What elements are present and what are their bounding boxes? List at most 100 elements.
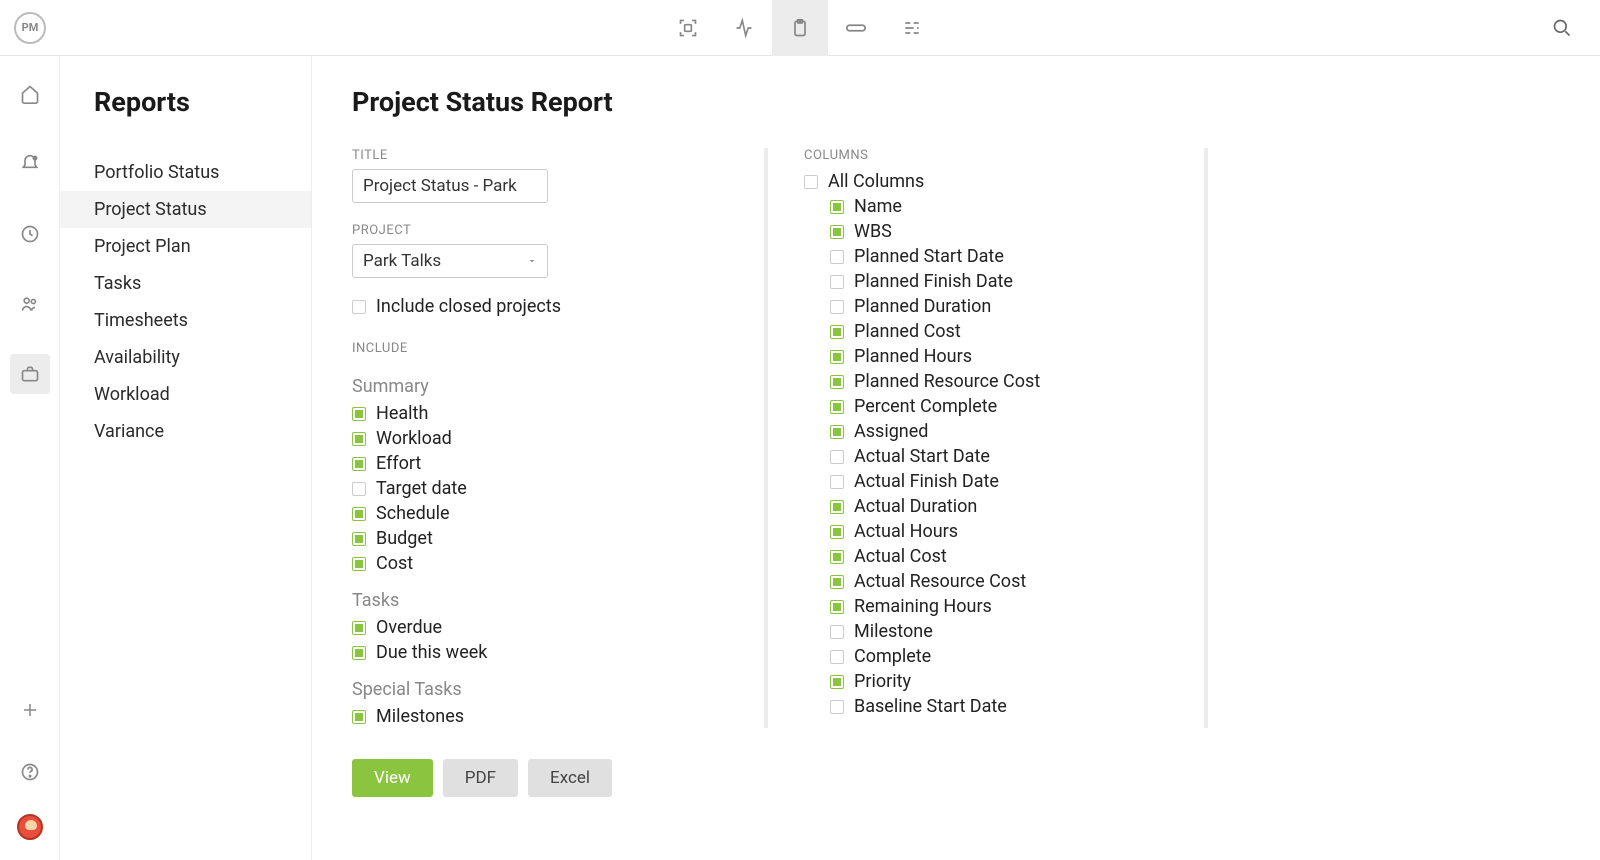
checkbox-budget[interactable]: Budget [352, 526, 746, 551]
sidebar-item-project-plan[interactable]: Project Plan [60, 228, 311, 265]
help-icon[interactable] [10, 752, 50, 792]
plus-icon[interactable] [10, 690, 50, 730]
group-heading-tasks: Tasks [352, 590, 746, 611]
checkbox-assigned[interactable]: Assigned [804, 419, 1204, 444]
checkbox-actual-start-date[interactable]: Actual Start Date [804, 444, 1204, 469]
checkbox-remaining-hours[interactable]: Remaining Hours [804, 594, 1204, 619]
checkbox-name[interactable]: Name [804, 194, 1204, 219]
checkbox-label: Actual Hours [854, 521, 958, 542]
checkbox-planned-resource-cost[interactable]: Planned Resource Cost [804, 369, 1204, 394]
sidebar-item-tasks[interactable]: Tasks [60, 265, 311, 302]
checkbox-percent-complete[interactable]: Percent Complete [804, 394, 1204, 419]
checkbox-actual-hours[interactable]: Actual Hours [804, 519, 1204, 544]
title-label: TITLE [352, 148, 746, 163]
checkbox-label: Planned Cost [854, 321, 961, 342]
briefcase-icon[interactable] [10, 354, 50, 394]
clipboard-icon[interactable] [772, 0, 828, 56]
checkbox-effort[interactable]: Effort [352, 451, 746, 476]
checkbox-box [830, 600, 844, 614]
checkbox-box [830, 650, 844, 664]
avatar[interactable] [17, 814, 43, 840]
app-logo[interactable]: PM [14, 12, 46, 44]
checkbox-box [352, 407, 366, 421]
checkbox-box [830, 225, 844, 239]
checkbox-actual-duration[interactable]: Actual Duration [804, 494, 1204, 519]
checkbox-box [352, 646, 366, 660]
bell-icon[interactable] [10, 144, 50, 184]
project-select[interactable]: Park Talks [352, 244, 548, 278]
checkbox-box [352, 482, 366, 496]
checkbox-due-this-week[interactable]: Due this week [352, 640, 746, 665]
report-title-input[interactable] [352, 169, 548, 203]
checkbox-label: Planned Duration [854, 296, 991, 317]
scan-icon[interactable] [660, 0, 716, 56]
activity-icon[interactable] [716, 0, 772, 56]
top-bar: PM [0, 0, 1600, 56]
checkbox-label: Due this week [376, 642, 487, 663]
checkbox-box [830, 275, 844, 289]
checkbox-label: Effort [376, 453, 421, 474]
flow-icon[interactable] [884, 0, 940, 56]
checkbox-milestones[interactable]: Milestones [352, 704, 746, 729]
checkbox-box [830, 475, 844, 489]
group-heading-summary: Summary [352, 376, 746, 397]
checkbox-baseline-start-date[interactable]: Baseline Start Date [804, 694, 1204, 719]
checkbox-actual-finish-date[interactable]: Actual Finish Date [804, 469, 1204, 494]
checkbox-wbs[interactable]: WBS [804, 219, 1204, 244]
all-columns-checkbox[interactable]: All Columns [804, 169, 1204, 194]
sidebar-item-project-status[interactable]: Project Status [60, 191, 311, 228]
checkbox-planned-finish-date[interactable]: Planned Finish Date [804, 269, 1204, 294]
checkbox-planned-start-date[interactable]: Planned Start Date [804, 244, 1204, 269]
sidebar-item-workload[interactable]: Workload [60, 376, 311, 413]
checkbox-cost[interactable]: Cost [352, 551, 746, 576]
view-button[interactable]: View [352, 759, 433, 797]
checkbox-box [352, 507, 366, 521]
people-icon[interactable] [10, 284, 50, 324]
include-closed-checkbox[interactable]: Include closed projects [352, 294, 746, 319]
checkbox-target-date[interactable]: Target date [352, 476, 746, 501]
checkbox-box [830, 625, 844, 639]
checkbox-milestone[interactable]: Milestone [804, 619, 1204, 644]
columns-column: COLUMNS All Columns NameWBSPlanned Start… [792, 148, 1208, 728]
checkbox-planned-cost[interactable]: Planned Cost [804, 319, 1204, 344]
search-icon[interactable] [1542, 8, 1582, 48]
project-label: PROJECT [352, 223, 746, 238]
link-icon[interactable] [828, 0, 884, 56]
excel-button[interactable]: Excel [528, 759, 612, 797]
page-title: Project Status Report [352, 86, 1560, 118]
checkbox-label: Schedule [376, 503, 450, 524]
checkbox-planned-duration[interactable]: Planned Duration [804, 294, 1204, 319]
clock-icon[interactable] [10, 214, 50, 254]
checkbox-box [830, 350, 844, 364]
checkbox-overdue[interactable]: Overdue [352, 615, 746, 640]
checkbox-actual-cost[interactable]: Actual Cost [804, 544, 1204, 569]
checkbox-priority[interactable]: Priority [804, 669, 1204, 694]
checkbox-complete[interactable]: Complete [804, 644, 1204, 669]
checkbox-box [830, 525, 844, 539]
checkbox-workload[interactable]: Workload [352, 426, 746, 451]
group-heading-special-tasks: Special Tasks [352, 679, 746, 700]
checkbox-label: Actual Finish Date [854, 471, 999, 492]
sidebar-item-availability[interactable]: Availability [60, 339, 311, 376]
checkbox-label: WBS [854, 221, 892, 242]
checkbox-actual-resource-cost[interactable]: Actual Resource Cost [804, 569, 1204, 594]
report-sidebar: Reports Portfolio StatusProject StatusPr… [60, 56, 312, 860]
checkbox-planned-hours[interactable]: Planned Hours [804, 344, 1204, 369]
sidebar-item-variance[interactable]: Variance [60, 413, 311, 450]
checkbox-label: Milestones [376, 706, 464, 727]
include-closed-label: Include closed projects [376, 296, 561, 317]
pdf-button[interactable]: PDF [443, 759, 518, 797]
checkbox-health[interactable]: Health [352, 401, 746, 426]
checkbox-label: Remaining Hours [854, 596, 992, 617]
checkbox-schedule[interactable]: Schedule [352, 501, 746, 526]
checkbox-box [830, 250, 844, 264]
checkbox-label: Name [854, 196, 902, 217]
home-icon[interactable] [10, 74, 50, 114]
left-rail [0, 56, 60, 860]
sidebar-item-portfolio-status[interactable]: Portfolio Status [60, 154, 311, 191]
checkbox-label: Percent Complete [854, 396, 997, 417]
sidebar-item-timesheets[interactable]: Timesheets [60, 302, 311, 339]
checkbox-box [352, 710, 366, 724]
checkbox-box [830, 500, 844, 514]
checkbox-box [830, 400, 844, 414]
